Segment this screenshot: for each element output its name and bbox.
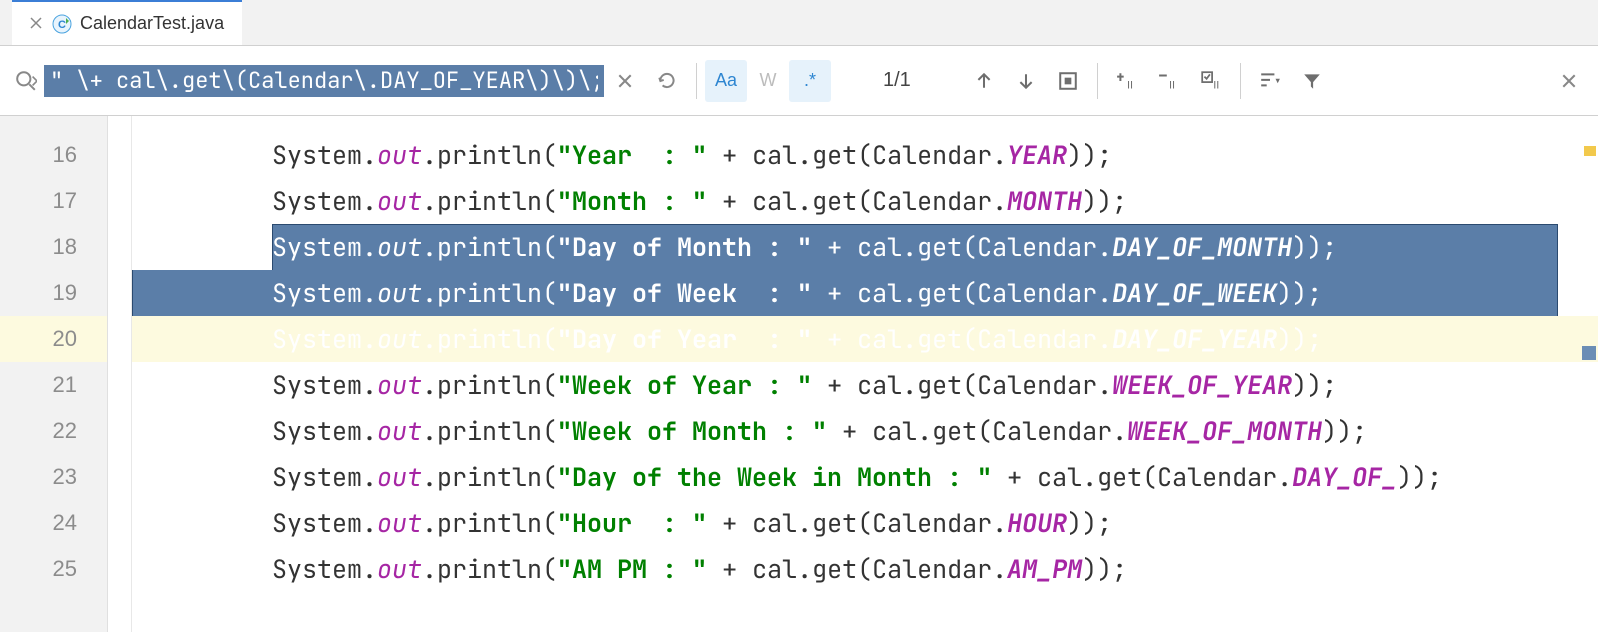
close-find-bar-icon[interactable] [1548,60,1590,102]
match-count: 1/1 [831,69,963,92]
code-line[interactable]: System.out.println("Week of Year : " + c… [132,362,1598,408]
editor-tab[interactable]: C CalendarTest.java [12,0,242,45]
fold-strip [108,116,132,632]
line-number[interactable]: 23 [0,454,107,500]
code-line[interactable]: System.out.println("Day of the Week in M… [132,454,1598,500]
line-number-gutter: 16171819202122232425 [0,116,108,632]
search-history-icon[interactable] [646,60,688,102]
select-all-occurrences-icon[interactable] [1047,60,1089,102]
next-match-icon[interactable] [1005,60,1047,102]
code-line[interactable]: System.out.println("Day of Year : " + ca… [132,316,1598,362]
code-line[interactable]: System.out.println("Day of Week : " + ca… [132,270,1598,316]
filter-lines-icon[interactable] [1249,60,1291,102]
warning-marker[interactable] [1584,146,1596,156]
line-number[interactable]: 24 [0,500,107,546]
line-number[interactable]: 18 [0,224,107,270]
regex-toggle[interactable]: .* [789,60,831,102]
line-number[interactable]: 19 [0,270,107,316]
find-input[interactable] [44,65,604,97]
selection-marker[interactable] [1582,346,1596,360]
error-stripe[interactable] [1580,116,1598,632]
svg-text:II: II [1213,79,1219,91]
svg-text:II: II [1169,79,1175,91]
clear-search-icon[interactable] [604,60,646,102]
select-all-icon[interactable]: II [1190,60,1232,102]
tab-filename: CalendarTest.java [80,13,224,34]
find-toolbar: Aa W .* 1/1 II II II [0,46,1598,116]
prev-match-icon[interactable] [963,60,1005,102]
java-file-icon: C [52,14,72,34]
line-number[interactable]: 25 [0,546,107,592]
line-number[interactable]: 22 [0,408,107,454]
code-line[interactable]: System.out.println("AM PM : " + cal.get(… [132,546,1598,592]
svg-text:II: II [1127,79,1133,91]
search-icon[interactable] [8,70,44,92]
filter-icon[interactable] [1291,60,1333,102]
code-line[interactable]: System.out.println("Day of Month : " + c… [132,224,1598,270]
line-number[interactable]: 17 [0,178,107,224]
editor-area: 16171819202122232425 System.out.println(… [0,116,1598,632]
close-tab-icon[interactable] [30,17,44,31]
code-line[interactable]: System.out.println("Week of Month : " + … [132,408,1598,454]
code-content[interactable]: System.out.println("Year : " + cal.get(C… [132,116,1598,632]
line-number[interactable]: 20 [0,316,107,362]
code-line[interactable]: System.out.println("Month : " + cal.get(… [132,178,1598,224]
code-line[interactable]: System.out.println("Hour : " + cal.get(C… [132,500,1598,546]
whole-words-toggle[interactable]: W [747,60,789,102]
match-case-toggle[interactable]: Aa [705,60,747,102]
svg-text:C: C [58,19,66,31]
remove-selection-icon[interactable]: II [1148,60,1190,102]
line-number[interactable]: 16 [0,132,107,178]
add-selection-icon[interactable]: II [1106,60,1148,102]
tab-bar: C CalendarTest.java [0,0,1598,46]
line-number[interactable]: 21 [0,362,107,408]
code-line[interactable]: System.out.println("Year : " + cal.get(C… [132,132,1598,178]
